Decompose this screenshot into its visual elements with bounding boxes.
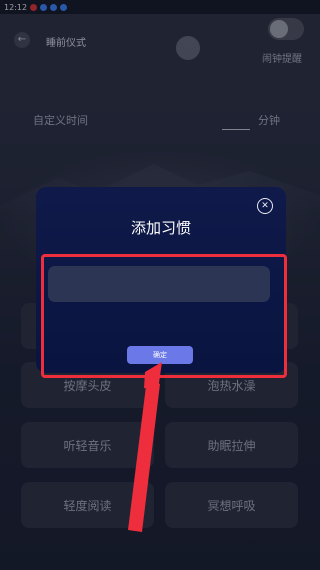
close-icon[interactable]: ✕: [257, 198, 273, 214]
confirm-button[interactable]: 确定: [127, 346, 193, 364]
habit-name-input[interactable]: [48, 266, 270, 302]
dialog-title: 添加习惯: [130, 219, 191, 237]
